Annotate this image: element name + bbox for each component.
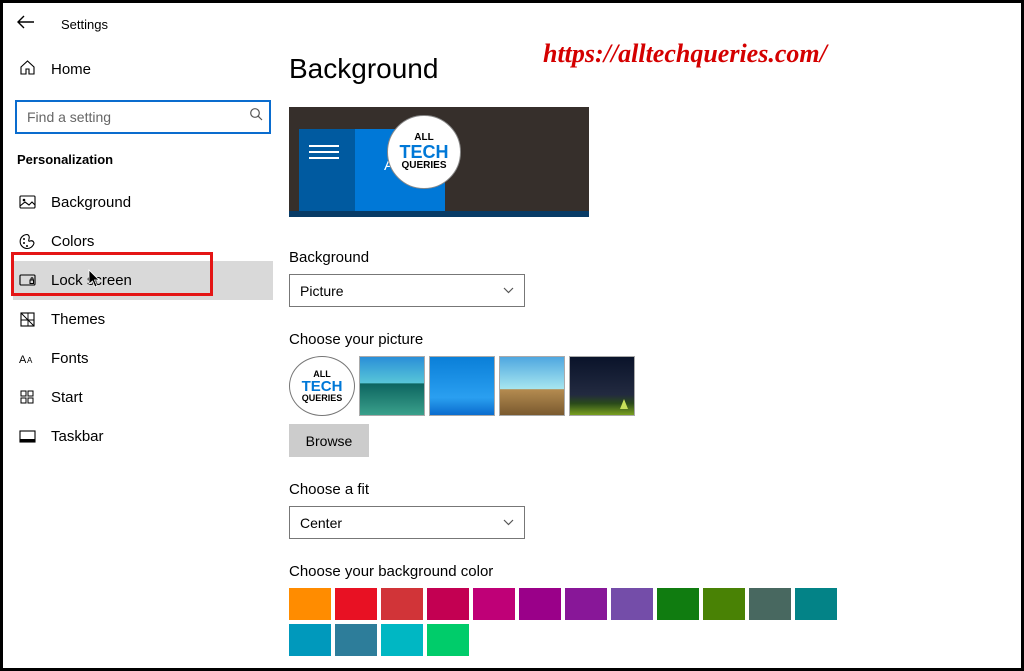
nav-item-colors[interactable]: Colors bbox=[13, 222, 273, 261]
picture-thumb-5[interactable] bbox=[569, 356, 635, 416]
color-swatch[interactable] bbox=[335, 588, 377, 620]
preview-logo: ALLTECHQUERIES bbox=[387, 115, 461, 189]
color-swatch[interactable] bbox=[427, 624, 469, 656]
fit-dropdown[interactable]: Center bbox=[289, 506, 525, 539]
picture-thumb-4[interactable] bbox=[499, 356, 565, 416]
nav-home-label: Home bbox=[51, 61, 91, 78]
color-swatch[interactable] bbox=[381, 588, 423, 620]
nav-icon bbox=[19, 428, 36, 445]
chevron-down-icon bbox=[503, 285, 514, 297]
color-swatch[interactable] bbox=[657, 588, 699, 620]
color-swatch[interactable] bbox=[381, 624, 423, 656]
fit-dropdown-value: Center bbox=[300, 515, 342, 531]
nav-item-background[interactable]: Background bbox=[13, 183, 273, 222]
nav-item-label: Taskbar bbox=[51, 428, 104, 445]
color-swatch[interactable] bbox=[289, 624, 331, 656]
background-dropdown[interactable]: Picture bbox=[289, 274, 525, 307]
picture-thumb-2[interactable] bbox=[359, 356, 425, 416]
nav-item-label: Lock screen bbox=[51, 272, 132, 289]
nav-icon bbox=[19, 194, 36, 211]
search-icon bbox=[249, 107, 263, 124]
color-swatch[interactable] bbox=[795, 588, 837, 620]
home-icon bbox=[19, 59, 36, 80]
nav-item-label: Background bbox=[51, 194, 131, 211]
color-swatch[interactable] bbox=[749, 588, 791, 620]
svg-text:A: A bbox=[19, 354, 27, 366]
choose-color-label: Choose your background color bbox=[289, 563, 849, 580]
chevron-down-icon bbox=[503, 517, 514, 529]
nav-item-label: Themes bbox=[51, 311, 105, 328]
picture-thumb-3[interactable] bbox=[429, 356, 495, 416]
choose-picture-label: Choose your picture bbox=[289, 331, 649, 348]
picture-thumb-1[interactable]: ALLTECHQUERIES bbox=[289, 356, 355, 416]
background-dropdown-value: Picture bbox=[300, 283, 344, 299]
background-preview: Aa ALLTECHQUERIES bbox=[289, 107, 589, 217]
page-title: Background bbox=[289, 53, 1009, 85]
nav-item-themes[interactable]: Themes bbox=[13, 300, 273, 339]
nav-home[interactable]: Home bbox=[13, 51, 273, 88]
background-label: Background bbox=[289, 249, 589, 266]
nav-item-lock-screen[interactable]: Lock screen bbox=[13, 261, 273, 300]
nav-icon bbox=[19, 389, 36, 406]
nav-icon bbox=[19, 311, 36, 328]
nav-item-label: Colors bbox=[51, 233, 94, 250]
back-button[interactable] bbox=[13, 11, 39, 38]
choose-fit-label: Choose a fit bbox=[289, 481, 589, 498]
nav-icon bbox=[19, 233, 36, 250]
nav-item-taskbar[interactable]: Taskbar bbox=[13, 417, 273, 456]
color-swatch[interactable] bbox=[427, 588, 469, 620]
window-title: Settings bbox=[61, 17, 108, 32]
browse-button[interactable]: Browse bbox=[289, 424, 369, 457]
color-swatch[interactable] bbox=[611, 588, 653, 620]
nav-item-start[interactable]: Start bbox=[13, 378, 273, 417]
nav-icon: AA bbox=[19, 350, 36, 367]
color-swatch[interactable] bbox=[519, 588, 561, 620]
search-input[interactable] bbox=[15, 100, 271, 134]
color-swatch[interactable] bbox=[473, 588, 515, 620]
color-swatch[interactable] bbox=[335, 624, 377, 656]
section-heading: Personalization bbox=[17, 152, 269, 167]
color-swatch[interactable] bbox=[289, 588, 331, 620]
nav-item-label: Fonts bbox=[51, 350, 89, 367]
color-swatch[interactable] bbox=[565, 588, 607, 620]
nav-item-label: Start bbox=[51, 389, 83, 406]
nav-item-fonts[interactable]: AA Fonts bbox=[13, 339, 273, 378]
color-swatch[interactable] bbox=[703, 588, 745, 620]
nav-icon bbox=[19, 272, 36, 289]
svg-text:A: A bbox=[27, 356, 33, 365]
